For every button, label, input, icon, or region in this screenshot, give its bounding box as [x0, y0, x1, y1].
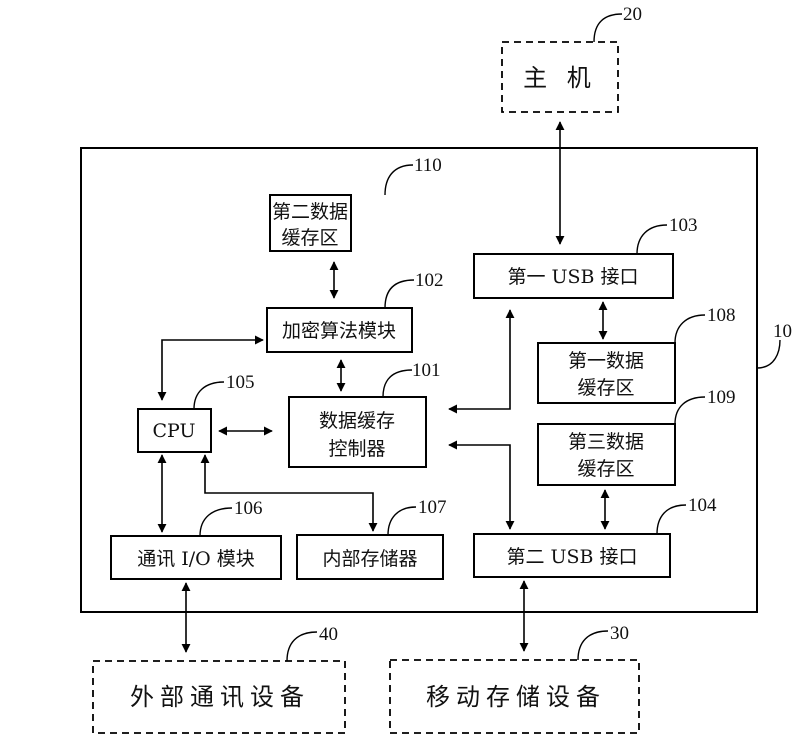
label-buffer-2-line1: 第二数据: [272, 201, 348, 223]
node-cache-controller: 数据缓存 控制器 101: [288, 360, 441, 468]
node-usb-1: 第一 USB 接口 103: [473, 215, 698, 299]
label-usb-2: 第二 USB 接口: [506, 546, 637, 568]
ref-buffer-1: 108: [707, 305, 736, 326]
label-buffer-1-line2: 缓存区: [577, 377, 634, 399]
ref-usb-1: 103: [669, 215, 698, 236]
connector-usb1-controller: [448, 309, 515, 414]
node-external-comm-device: 外部通讯设备 40: [92, 624, 346, 734]
node-mobile-storage-device: 移动存储设备 30: [389, 623, 640, 734]
label-mobile-storage-device: 移动存储设备: [426, 683, 606, 711]
node-buffer-1: 第一数据 缓存区 108: [537, 305, 736, 404]
ref-cpu: 105: [226, 372, 255, 393]
connector-usb2-controller: [448, 440, 515, 530]
label-usb-1: 第一 USB 接口: [507, 266, 638, 288]
label-cache-controller-line2: 控制器: [328, 438, 385, 460]
ref-mobile-storage-device: 30: [610, 623, 629, 644]
label-comm-io: 通讯 I/O 模块: [137, 548, 255, 570]
ref-cache-controller: 101: [412, 360, 441, 381]
node-comm-io: 通讯 I/O 模块 106: [110, 498, 282, 580]
node-cpu: CPU 105: [137, 372, 255, 453]
ref-host: 20: [623, 4, 642, 25]
label-buffer-3-line2: 缓存区: [577, 458, 634, 480]
label-external-comm-device: 外部通讯设备: [130, 683, 310, 711]
label-host: 主 机: [523, 64, 597, 92]
label-buffer-2-line2: 缓存区: [281, 227, 338, 249]
label-buffer-3-line1: 第三数据: [568, 431, 644, 453]
node-crypto-module: 加密算法模块 102: [266, 270, 444, 353]
ref-comm-io: 106: [234, 498, 263, 519]
label-crypto-module: 加密算法模块: [282, 320, 396, 342]
node-internal-memory: 内部存储器 107: [296, 497, 447, 580]
leader-device: [756, 339, 781, 369]
node-host: 主 机 20: [501, 4, 642, 113]
ref-crypto-module: 102: [415, 270, 444, 291]
ref-device: 10: [773, 321, 792, 342]
block-diagram: 10 主 机 20 第二数据 缓存区 110 加密算法模块 102 数据缓存 控…: [80, 4, 792, 734]
label-cpu: CPU: [152, 420, 195, 442]
ref-buffer-3: 109: [707, 387, 736, 408]
ref-internal-memory: 107: [418, 497, 447, 518]
ref-usb-2: 104: [688, 495, 717, 516]
label-cache-controller-line1: 数据缓存: [319, 410, 395, 432]
ref-external-comm-device: 40: [319, 624, 338, 645]
node-buffer-2: 第二数据 缓存区 110: [269, 155, 442, 252]
ref-buffer-2: 110: [414, 155, 442, 176]
label-buffer-1-line1: 第一数据: [568, 350, 644, 372]
label-internal-memory: 内部存储器: [322, 548, 417, 570]
